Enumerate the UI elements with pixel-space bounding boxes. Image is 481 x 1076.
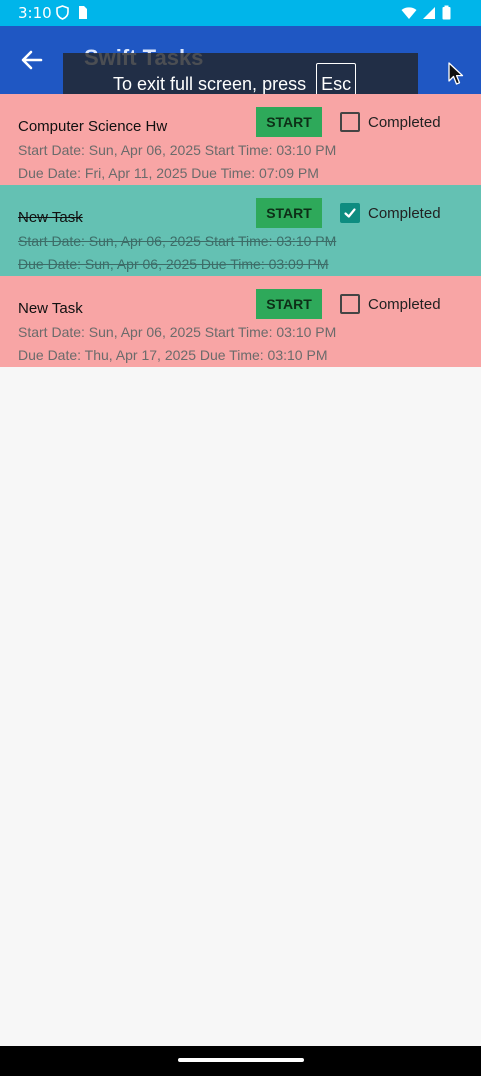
status-bar: 3:10: [0, 0, 481, 26]
task-title: New Task: [18, 300, 83, 317]
system-navigation-bar: [0, 1046, 481, 1076]
start-button[interactable]: START: [256, 198, 322, 228]
home-gesture-handle[interactable]: [178, 1058, 304, 1062]
task-due-info: Due Date: Sun, Apr 06, 2025 Due Time: 03…: [18, 256, 329, 272]
task-due-info: Due Date: Thu, Apr 17, 2025 Due Time: 03…: [18, 347, 328, 363]
toast-message: To exit full screen, press: [113, 73, 307, 94]
completed-label: Completed: [368, 204, 441, 222]
completed-label: Completed: [368, 295, 441, 313]
completed-toggle[interactable]: Completed: [340, 112, 441, 132]
start-button[interactable]: START: [256, 107, 322, 137]
task-start-info: Start Date: Sun, Apr 06, 2025 Start Time…: [18, 324, 337, 340]
task-start-info: Start Date: Sun, Apr 06, 2025 Start Time…: [18, 142, 337, 158]
task-start-info: Start Date: Sun, Apr 06, 2025 Start Time…: [18, 233, 337, 249]
sim-card-icon: [77, 5, 88, 24]
task-list: Computer Science Hw START Completed Star…: [0, 94, 481, 367]
completed-label: Completed: [368, 113, 441, 131]
completed-checkbox[interactable]: [340, 203, 360, 223]
task-title: Computer Science Hw: [18, 118, 168, 135]
battery-icon: [442, 5, 451, 24]
task-item[interactable]: New Task START Completed Start Date: Sun…: [0, 185, 481, 276]
status-right-icons: [401, 5, 451, 24]
status-left-icons: [56, 5, 88, 24]
completed-checkbox[interactable]: [340, 294, 360, 314]
arrow-left-icon: [21, 50, 43, 74]
wifi-icon: [401, 5, 417, 24]
task-item[interactable]: Computer Science Hw START Completed Star…: [0, 94, 481, 185]
completed-checkbox[interactable]: [340, 112, 360, 132]
task-due-info: Due Date: Fri, Apr 11, 2025 Due Time: 07…: [18, 165, 319, 181]
task-item[interactable]: New Task START Completed Start Date: Sun…: [0, 276, 481, 367]
back-button[interactable]: [18, 48, 46, 76]
shield-icon: [56, 5, 69, 24]
signal-icon: [423, 5, 436, 24]
check-icon: [344, 208, 356, 218]
completed-toggle[interactable]: Completed: [340, 294, 441, 314]
status-time: 3:10: [18, 4, 52, 22]
completed-toggle[interactable]: Completed: [340, 203, 441, 223]
mouse-cursor-icon: [448, 62, 464, 90]
start-button[interactable]: START: [256, 289, 322, 319]
task-title: New Task: [18, 209, 83, 226]
